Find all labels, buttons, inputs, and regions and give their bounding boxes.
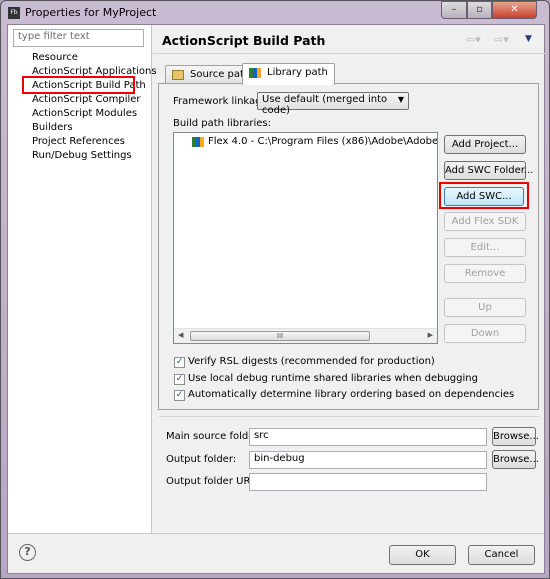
back-arrow-icon[interactable]: ⇦▾ [466,33,481,46]
dialog-client: type filter text Resource ActionScript A… [7,24,545,574]
sidebar-item-resource[interactable]: Resource [32,52,78,63]
app-icon: Fb [8,7,20,19]
scroll-right-icon[interactable]: ▶ [428,331,433,339]
header-separator [153,53,545,54]
maximize-icon[interactable]: ▫ [467,1,492,19]
window-title: Properties for MyProject [25,6,157,19]
libraries-list[interactable]: Flex 4.0 - C:\Program Files (x86)\Adobe\… [173,132,438,344]
sidebar: type filter text Resource ActionScript A… [8,25,157,533]
help-icon[interactable]: ? [19,544,36,561]
page-title: ActionScript Build Path [162,33,326,48]
local-debug-rsl-checkbox[interactable]: ✓ [174,374,185,385]
add-project-button[interactable]: Add Project... [444,135,526,154]
local-debug-rsl-label: Use local debug runtime shared libraries… [188,373,478,384]
title-bar[interactable]: Fb Properties for MyProject – ▫ ✕ [1,1,550,25]
main-source-folder-input[interactable]: src [249,428,487,446]
verify-rsl-checkbox[interactable]: ✓ [174,357,185,368]
sidebar-item-actionscript-compiler[interactable]: ActionScript Compiler [32,94,141,105]
footer-separator [8,533,544,534]
library-icon [192,137,204,147]
cancel-button[interactable]: Cancel [468,545,535,565]
tab-library-path[interactable]: Library path [242,63,335,85]
library-icon [249,68,261,78]
add-flex-sdk-button[interactable]: Add Flex SDK [444,212,526,231]
forward-arrow-icon[interactable]: ⇨▾ [494,33,509,46]
add-swc-folder-button[interactable]: Add SWC Folder... [444,161,533,180]
list-item[interactable]: Flex 4.0 - C:\Program Files (x86)\Adobe\… [208,136,437,147]
folder-icon [172,70,184,80]
sidebar-item-run-debug-settings[interactable]: Run/Debug Settings [32,150,132,161]
output-folder-label: Output folder: [166,454,237,465]
auto-ordering-label: Automatically determine library ordering… [188,389,515,400]
auto-ordering-checkbox[interactable]: ✓ [174,390,185,401]
framework-linkage-select[interactable]: Use default (merged into code) ▼ [257,92,409,116]
minimize-icon[interactable]: – [441,1,467,19]
build-path-libraries-label: Build path libraries: [173,118,271,129]
edit-button[interactable]: Edit... [444,238,526,257]
scroll-thumb[interactable]: III [190,331,370,341]
down-button[interactable]: Down [444,324,526,343]
browse-source-button[interactable]: Browse... [492,427,539,446]
main-source-folder-label: Main source folder: [166,431,262,442]
tab-label: Library path [267,67,328,78]
library-path-panel: Framework linkage: Use default (merged i… [158,83,539,410]
highlight-box [22,76,135,94]
sidebar-item-builders[interactable]: Builders [32,122,73,133]
framework-linkage-value: Use default (merged into code) [262,94,388,116]
output-folder-input[interactable]: bin-debug [249,451,487,469]
view-menu-icon[interactable]: ▼ [525,34,532,44]
add-swc-button[interactable]: Add SWC... [444,187,524,206]
chevron-down-icon: ▼ [397,95,404,104]
verify-rsl-label: Verify RSL digests (recommended for prod… [188,356,435,367]
up-button[interactable]: Up [444,298,526,317]
output-folder-url-input[interactable] [249,473,487,491]
close-icon[interactable]: ✕ [492,1,537,19]
scroll-left-icon[interactable]: ◀ [178,331,183,339]
browse-output-button[interactable]: Browse... [492,450,539,469]
sidebar-item-project-references[interactable]: Project References [32,136,125,147]
output-folder-url-label: Output folder URL: [166,476,260,487]
filter-input[interactable]: type filter text [13,29,144,47]
separator [159,416,539,417]
ok-button[interactable]: OK [389,545,456,565]
remove-button[interactable]: Remove [444,264,526,283]
properties-dialog: Fb Properties for MyProject – ▫ ✕ type f… [0,0,550,579]
sidebar-item-actionscript-modules[interactable]: ActionScript Modules [32,108,137,119]
horizontal-scrollbar[interactable]: ◀ III ▶ [174,328,437,343]
